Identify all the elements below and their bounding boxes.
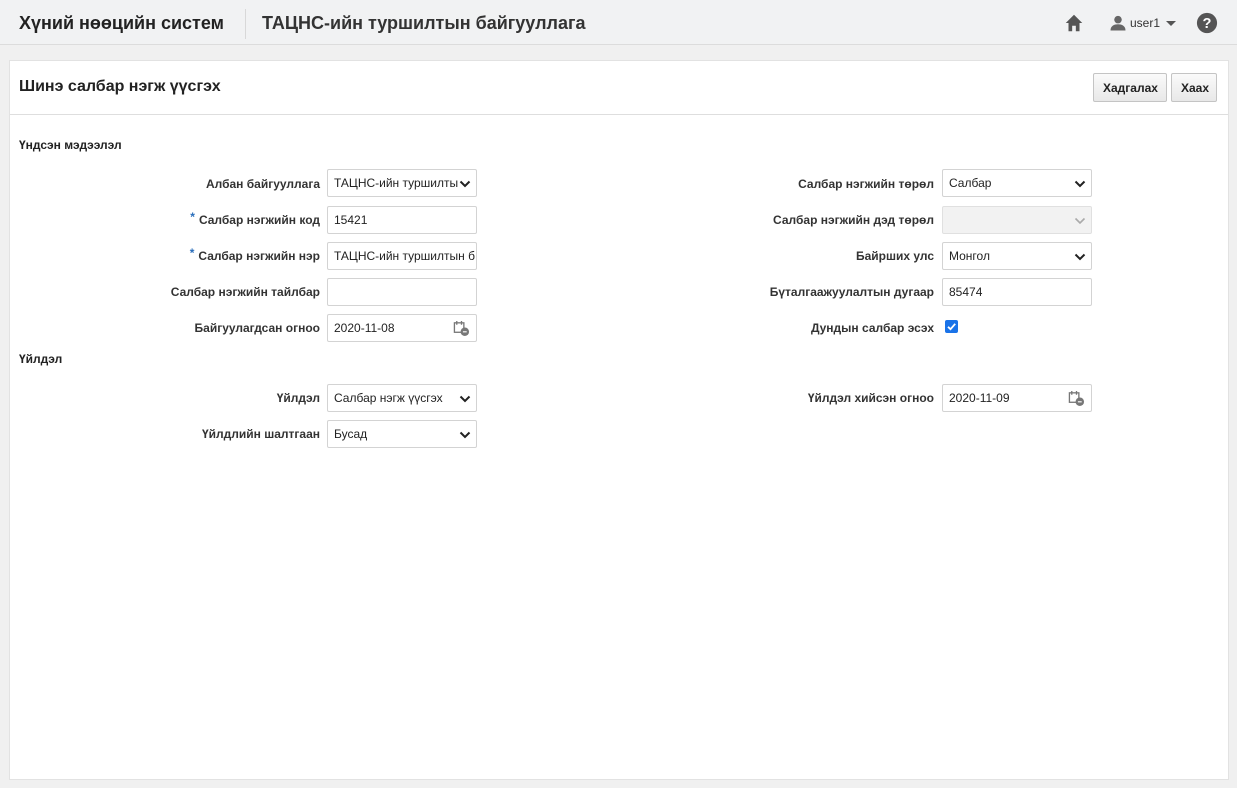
reason-select-value: Бусад <box>334 427 368 441</box>
reason-label: Үйлдлийн шалтгаан <box>201 427 320 441</box>
chevron-down-icon <box>459 180 471 188</box>
org-select[interactable]: ТАЦНС-ийн туршилты <box>327 169 477 197</box>
required-marker: * <box>190 210 195 224</box>
reason-select[interactable]: Бусад <box>327 420 477 448</box>
desc-label: Салбар нэгжийн тайлбар <box>170 285 320 299</box>
type-label: Салбар нэгжийн төрөл <box>798 177 934 191</box>
founded-label: Байгуулагдсан огноо <box>194 321 320 335</box>
country-select-value: Монгол <box>949 249 990 263</box>
chevron-down-icon <box>459 431 471 439</box>
user-menu[interactable]: user1 <box>1108 13 1177 33</box>
user-name: user1 <box>1130 16 1161 30</box>
header-divider <box>245 9 246 39</box>
save-button[interactable]: Хадгалах <box>1093 73 1167 102</box>
chevron-down-icon <box>459 395 471 403</box>
form-panel: Шинэ салбар нэгж үүсгэх Хадгалах Хаах Үн… <box>9 60 1229 780</box>
action-select-value: Салбар нэгж үүсгэх <box>334 391 443 405</box>
name-label-text: Салбар нэгжийн нэр <box>198 249 320 263</box>
help-icon[interactable]: ? <box>1196 12 1218 34</box>
action-select[interactable]: Салбар нэгж үүсгэх <box>327 384 477 412</box>
code-input[interactable]: 15421 <box>327 206 477 234</box>
app-title: Хүний нөөцийн систем <box>19 13 224 33</box>
code-input-value: 15421 <box>334 213 368 227</box>
reg-number-label: Бүталгаажуулалтын дугаар <box>769 285 934 299</box>
action-date-label: Үйлдэл хийсэн огноо <box>807 391 934 405</box>
founded-date-value: 2020-11-08 <box>334 321 395 335</box>
action-date-value: 2020-11-09 <box>949 391 1010 405</box>
action-label: Үйлдэл <box>276 391 320 405</box>
org-select-value: ТАЦНС-ийн туршилты <box>334 176 459 190</box>
desc-input[interactable] <box>327 278 477 306</box>
type-select[interactable]: Салбар <box>942 169 1092 197</box>
svg-text:?: ? <box>1203 16 1212 32</box>
calendar-icon[interactable] <box>1068 390 1085 407</box>
panel-header: Шинэ салбар нэгж үүсгэх Хадгалах Хаах <box>10 61 1228 115</box>
required-marker: * <box>189 246 195 260</box>
code-label-text: Салбар нэгжийн код <box>198 213 320 227</box>
common-branch-label: Дундын салбар эсэх <box>810 321 934 335</box>
checkmark-icon <box>947 323 956 331</box>
user-icon <box>1110 15 1126 31</box>
subtype-label: Салбар нэгжийн дэд төрөл <box>773 213 934 227</box>
org-label: Албан байгууллага <box>205 177 320 191</box>
section-action: Үйлдэл <box>19 352 63 366</box>
name-input[interactable]: ТАЦНС-ийн туршилтын б <box>327 242 477 270</box>
top-header: Хүний нөөцийн систем ТАЦНС-ийн туршилтын… <box>0 0 1237 45</box>
name-input-value: ТАЦНС-ийн туршилтын б <box>334 249 475 263</box>
reg-number-value: 85474 <box>949 285 983 299</box>
org-title: ТАЦНС-ийн туршилтын байгууллага <box>262 13 586 33</box>
name-label: * Салбар нэгжийн нэр <box>189 246 320 263</box>
chevron-down-icon <box>1074 180 1086 188</box>
close-button[interactable]: Хаах <box>1171 73 1217 102</box>
section-basic-info: Үндсэн мэдээлэл <box>19 138 122 152</box>
code-label: * Салбар нэгжийн код <box>190 210 320 227</box>
country-select[interactable]: Монгол <box>942 242 1092 270</box>
chevron-down-icon <box>1074 217 1086 225</box>
subtype-select <box>942 206 1092 234</box>
type-select-value: Салбар <box>949 176 992 190</box>
page-title: Шинэ салбар нэгж үүсгэх <box>19 78 221 95</box>
common-branch-checkbox[interactable] <box>945 320 958 333</box>
country-label: Байрших улс <box>855 249 934 263</box>
chevron-down-icon <box>1074 253 1086 261</box>
action-date-input[interactable]: 2020-11-09 <box>942 384 1092 412</box>
reg-number-input[interactable]: 85474 <box>942 278 1092 306</box>
founded-date-input[interactable]: 2020-11-08 <box>327 314 477 342</box>
chevron-down-icon <box>1166 20 1177 26</box>
home-icon[interactable] <box>1063 12 1085 34</box>
calendar-icon[interactable] <box>453 320 470 337</box>
